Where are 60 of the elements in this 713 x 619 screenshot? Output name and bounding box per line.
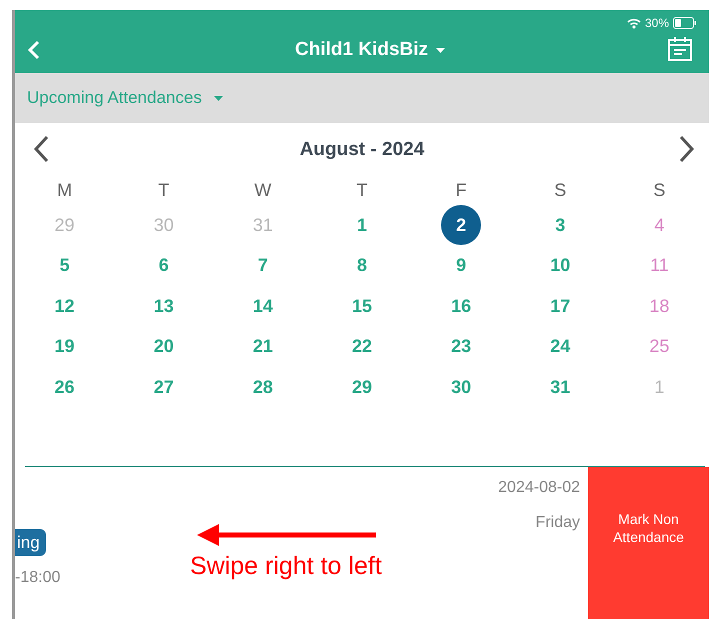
calendar-day[interactable]: 31 — [550, 374, 570, 401]
weekday-text: Friday — [536, 512, 580, 532]
calendar-day[interactable]: 28 — [252, 374, 273, 401]
calendar-day[interactable]: 2 — [441, 205, 482, 246]
weekday-label: T — [158, 178, 170, 202]
weekday-label: S — [653, 178, 666, 202]
calendar-day[interactable]: 19 — [54, 333, 75, 360]
calendar-day[interactable]: 25 — [649, 333, 670, 360]
weekday-label: W — [254, 178, 272, 202]
calendar-day[interactable]: 6 — [158, 252, 169, 280]
calendar-day[interactable]: 30 — [451, 374, 472, 401]
calendar-day[interactable]: 20 — [154, 333, 174, 360]
calendar-day[interactable]: 21 — [252, 333, 273, 360]
calendar-day[interactable]: 29 — [352, 374, 372, 401]
attendance-filter-dropdown[interactable]: Upcoming Attendances — [27, 85, 223, 111]
calendar-day[interactable]: 1 — [356, 212, 367, 239]
calendar-day[interactable]: 8 — [356, 252, 367, 280]
calendar-day[interactable]: 7 — [258, 252, 268, 280]
calendar-day[interactable]: 1 — [654, 374, 664, 401]
calendar-icon[interactable] — [667, 36, 693, 62]
calendar-day[interactable]: 14 — [252, 292, 273, 320]
weekday-label: M — [57, 178, 72, 202]
weekday-label: S — [554, 178, 566, 202]
calendar-day[interactable]: 15 — [352, 292, 372, 320]
month-title: August - 2024 — [300, 138, 424, 162]
calendar-day[interactable]: 4 — [654, 212, 664, 239]
calendar-day[interactable]: 29 — [54, 212, 75, 239]
calendar-day[interactable]: 10 — [550, 252, 570, 280]
calendar-day[interactable]: 30 — [154, 212, 174, 239]
calendar-day[interactable]: 31 — [252, 212, 273, 239]
child-selector[interactable]: Child1 KidsBiz — [295, 36, 446, 64]
calendar-day[interactable]: 11 — [650, 252, 669, 280]
calendar-day[interactable]: 23 — [451, 333, 472, 360]
weekday-label: T — [356, 178, 368, 202]
calendar-day[interactable]: 27 — [154, 374, 174, 401]
wifi-icon — [626, 18, 641, 28]
battery-percent: 30% — [644, 15, 669, 32]
swipe-instruction: Swipe right to left — [190, 551, 382, 582]
calendar-day[interactable]: 26 — [54, 374, 75, 401]
weekday-label: F — [456, 178, 467, 202]
calendar-day[interactable]: 5 — [60, 252, 70, 280]
calendar-day[interactable]: 3 — [555, 212, 566, 239]
next-month-icon[interactable] — [679, 135, 695, 163]
previous-month-icon[interactable] — [33, 135, 49, 163]
calendar-day[interactable]: 12 — [54, 292, 75, 320]
status-badge: ing — [15, 528, 46, 556]
calendar-day[interactable]: 17 — [550, 292, 570, 320]
time-text: -18:00 — [15, 568, 60, 588]
mark-non-attendance-button[interactable]: Mark Non Attendance — [588, 466, 709, 619]
calendar-day[interactable]: 24 — [550, 333, 570, 360]
battery-icon — [673, 17, 697, 29]
calendar-day[interactable]: 22 — [352, 333, 372, 360]
caret-icon — [436, 48, 446, 53]
date-text: 2024-08-02 — [498, 478, 580, 498]
calendar-day[interactable]: 13 — [154, 292, 174, 320]
calendar-day[interactable]: 16 — [451, 292, 472, 320]
calendar-day[interactable]: 9 — [456, 252, 466, 280]
back-icon[interactable] — [27, 40, 41, 60]
caret-icon — [214, 96, 223, 100]
calendar-day[interactable]: 18 — [649, 292, 670, 320]
